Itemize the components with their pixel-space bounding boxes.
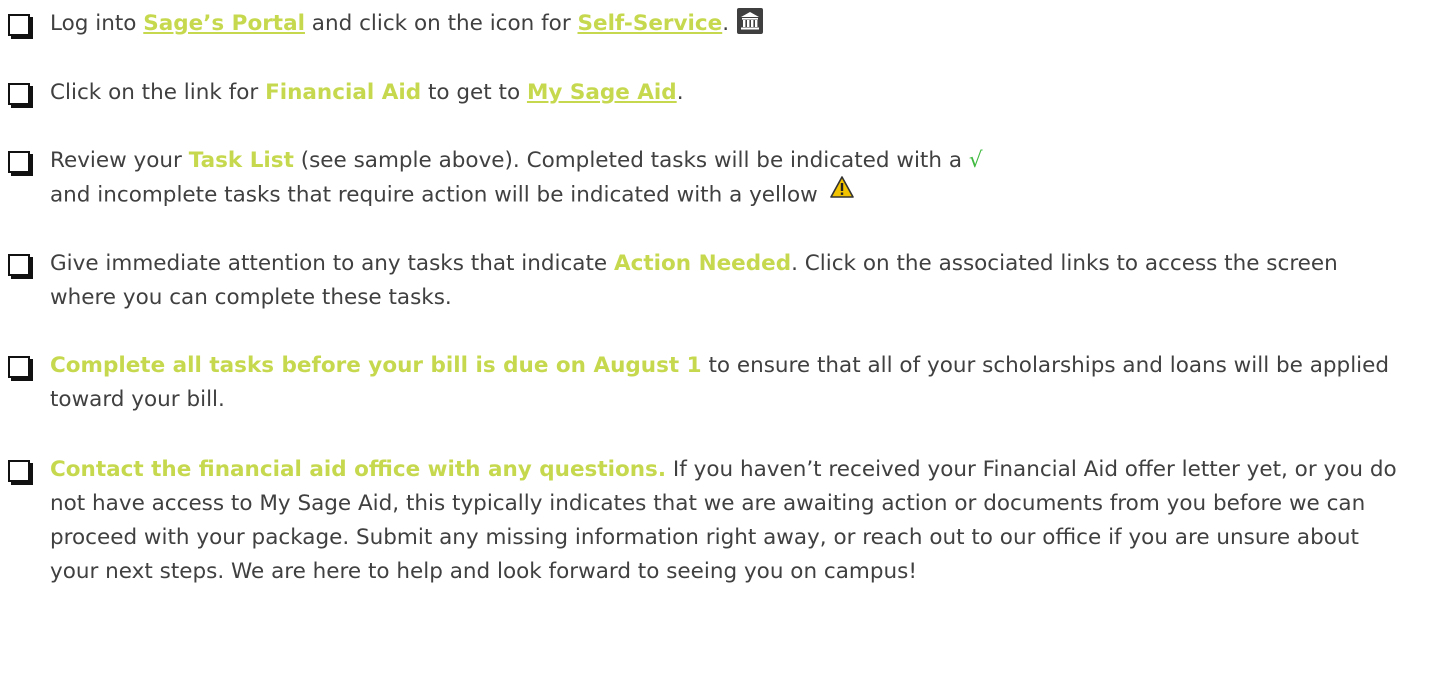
contact-office-label: Contact the financial aid office with an… [50,457,667,482]
bank-building-icon [737,8,764,34]
checkbox[interactable] [8,356,30,378]
checkbox[interactable] [8,14,30,36]
task-list-label: Task List [188,148,294,173]
checkmark-icon: √ [968,148,983,173]
checklist: Log into Sage’s Portal and click on the … [0,0,1431,676]
item-text: Review your Task List (see sample above)… [50,144,1410,213]
item-text: Complete all tasks before your bill is d… [50,353,1390,412]
my-sage-aid-link[interactable]: My Sage Aid [527,80,677,105]
sage-portal-link[interactable]: Sage’s Portal [143,11,305,36]
complete-tasks-label: Complete all tasks before your bill is d… [50,353,702,378]
action-needed-label: Action Needed [613,251,792,276]
item-text: Click on the link for Financial Aid to g… [50,80,684,105]
item-text: Contact the financial aid office with an… [50,457,1397,584]
financial-aid-link[interactable]: Financial Aid [265,80,421,105]
item-text: Give immediate attention to any tasks th… [50,251,1338,310]
self-service-link[interactable]: Self-Service [578,11,723,36]
checkbox[interactable] [8,254,30,276]
checkbox[interactable] [8,83,30,105]
checkbox[interactable] [8,460,30,482]
checkbox[interactable] [8,151,30,173]
item-text: Log into Sage’s Portal and click on the … [50,7,1410,41]
warning-triangle-icon [829,175,855,210]
